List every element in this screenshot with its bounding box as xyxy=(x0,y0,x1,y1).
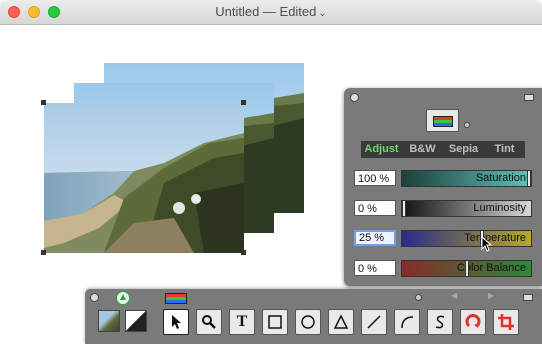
tab-adjust[interactable]: Adjust xyxy=(361,141,402,158)
spectrum-icon[interactable] xyxy=(165,293,187,304)
color-filter-button[interactable] xyxy=(426,109,459,132)
stacked-photo-front[interactable] xyxy=(44,103,244,253)
freehand-icon xyxy=(435,315,445,329)
selection-handle[interactable] xyxy=(41,250,46,255)
app-window: Untitled — Edited ⌄ Adjust B&W Sepia Tin… xyxy=(0,0,542,344)
text-tool[interactable]: T xyxy=(229,309,255,335)
line-icon xyxy=(367,315,381,329)
temperature-row: 25 % Temperature xyxy=(354,230,534,252)
indicator-dot-icon xyxy=(415,294,422,301)
luminosity-value-field[interactable]: 0 % xyxy=(354,200,396,216)
color-balance-slider[interactable]: Color Balance xyxy=(401,260,532,277)
luminosity-row: 0 % Luminosity xyxy=(354,200,534,217)
luminosity-label: Luminosity xyxy=(473,202,526,214)
selection-handle[interactable] xyxy=(241,100,246,105)
freehand-tool[interactable] xyxy=(427,309,453,335)
slider-knob[interactable] xyxy=(465,260,469,277)
triangle-icon xyxy=(333,314,349,329)
temperature-slider[interactable]: Temperature xyxy=(401,230,532,247)
selection-handle[interactable] xyxy=(41,100,46,105)
color-adjust-panel: Adjust B&W Sepia Tint 100 % Saturation 0… xyxy=(344,88,542,286)
title-bar[interactable]: Untitled — Edited ⌄ xyxy=(0,0,542,25)
tab-sepia[interactable]: Sepia xyxy=(443,141,484,158)
title-chevron-icon[interactable]: ⌄ xyxy=(318,8,326,19)
tab-bw[interactable]: B&W xyxy=(402,141,443,158)
tools-palette: ◀ ▶ T xyxy=(85,289,542,344)
line-tool[interactable] xyxy=(361,309,387,335)
arc-icon xyxy=(401,316,414,329)
panel-collapse-button[interactable] xyxy=(524,94,534,101)
spectrum-icon xyxy=(433,116,453,127)
pointer-tool[interactable] xyxy=(163,309,189,335)
selection-handle[interactable] xyxy=(241,250,246,255)
color-balance-value-field[interactable]: 0 % xyxy=(354,260,396,276)
indicator-dot-icon xyxy=(464,122,470,128)
fill-image-swatch[interactable] xyxy=(98,310,120,332)
filter-tabs: Adjust B&W Sepia Tint xyxy=(361,141,525,158)
rectangle-icon xyxy=(268,315,282,329)
arc-tool[interactable] xyxy=(394,309,420,335)
tools-close-button[interactable] xyxy=(90,293,99,302)
rectangle-tool[interactable] xyxy=(262,309,288,335)
magnifier-icon xyxy=(202,315,216,329)
tab-tint[interactable]: Tint xyxy=(484,141,525,158)
landscape-image xyxy=(44,103,244,253)
slider-knob[interactable] xyxy=(402,200,406,217)
temperature-label: Temperature xyxy=(464,232,526,244)
color-balance-row: 0 % Color Balance xyxy=(354,260,534,277)
fill-stroke-swatch[interactable] xyxy=(125,310,147,332)
crop-tool[interactable] xyxy=(493,309,519,335)
window-title-text: Untitled — Edited xyxy=(215,4,317,19)
rotate-icon xyxy=(465,314,481,328)
luminosity-slider[interactable]: Luminosity xyxy=(401,200,532,217)
next-arrow-icon[interactable]: ▶ xyxy=(488,291,494,300)
previous-arrow-icon[interactable]: ◀ xyxy=(451,291,457,300)
slider-knob[interactable] xyxy=(527,170,531,187)
saturation-value-field[interactable]: 100 % xyxy=(354,170,396,186)
mouse-cursor-icon xyxy=(481,236,493,252)
panel-close-button[interactable] xyxy=(350,93,359,102)
tools-collapse-button[interactable] xyxy=(523,294,533,301)
saturation-label: Saturation xyxy=(475,172,526,184)
text-tool-icon: T xyxy=(236,313,248,330)
magnifier-tool[interactable] xyxy=(196,309,222,335)
triangle-tool[interactable] xyxy=(328,309,354,335)
bring-forward-icon[interactable] xyxy=(116,291,130,305)
rotate-tool[interactable] xyxy=(460,309,486,335)
crop-icon xyxy=(498,314,514,330)
window-title[interactable]: Untitled — Edited ⌄ xyxy=(0,4,542,19)
ellipse-icon xyxy=(301,315,315,329)
pointer-icon xyxy=(172,315,181,329)
saturation-row: 100 % Saturation xyxy=(354,170,534,187)
temperature-value-field[interactable]: 25 % xyxy=(354,230,396,246)
saturation-slider[interactable]: Saturation xyxy=(401,170,532,187)
ellipse-tool[interactable] xyxy=(295,309,321,335)
